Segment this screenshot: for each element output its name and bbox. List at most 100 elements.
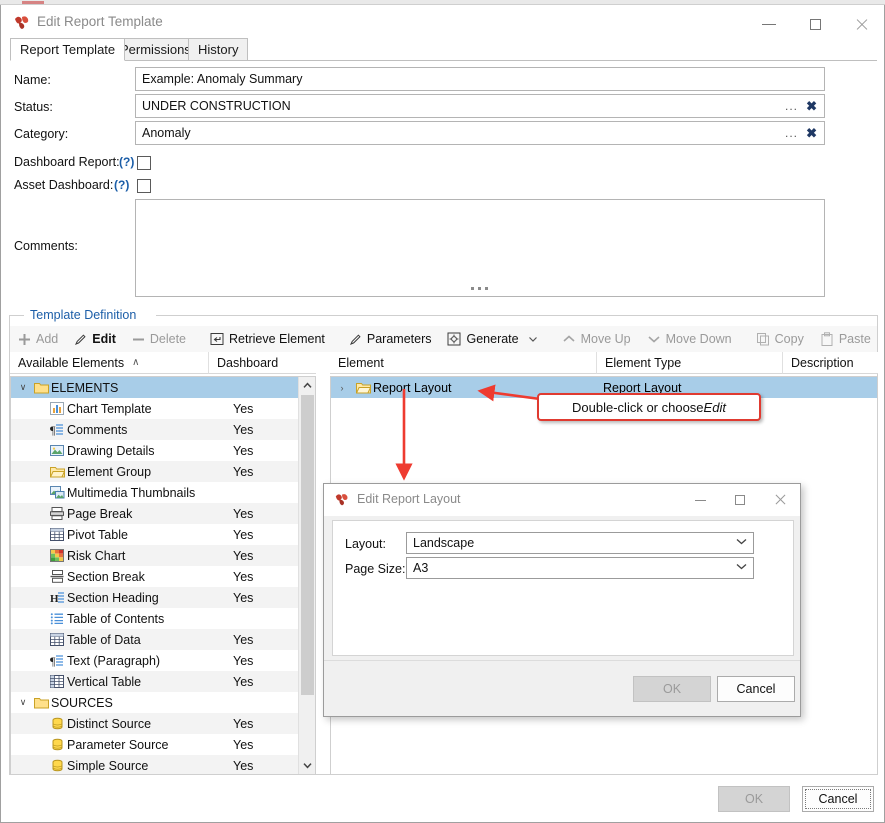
copy-button[interactable]: Copy [748, 326, 812, 352]
list-item[interactable]: H Section Heading Yes [11, 587, 315, 608]
comments-textarea[interactable] [135, 199, 825, 297]
retrieve-element-button[interactable]: Retrieve Element [202, 326, 333, 352]
element-name: Report Layout [373, 380, 452, 395]
scroll-up-icon[interactable] [299, 377, 315, 394]
dialog-body: Layout: Landscape Page Size: A3 [332, 520, 794, 656]
dashboard-report-checkbox[interactable] [137, 156, 151, 170]
column-header-available-elements[interactable]: Available Elements ∧ [10, 352, 208, 374]
minus-icon [132, 333, 145, 346]
category-browse-button[interactable]: ... [785, 126, 798, 140]
list-item[interactable]: ¶ Comments Yes [11, 419, 315, 440]
expander-icon[interactable]: ∨ [15, 697, 31, 708]
list-item[interactable]: ∨ ELEMENTS [11, 377, 315, 398]
risk-matrix-icon [47, 549, 67, 562]
paste-icon [820, 332, 834, 346]
tab-label: Report Template [20, 42, 116, 57]
svg-text:¶: ¶ [50, 423, 56, 436]
ok-button[interactable]: OK [718, 786, 790, 812]
heading-icon: H [47, 591, 67, 604]
tab-report-template[interactable]: Report Template [10, 38, 126, 61]
splitter-grip[interactable] [471, 287, 488, 290]
list-item[interactable]: Table of Contents [11, 608, 315, 629]
available-elements-scrollbar[interactable] [298, 377, 315, 774]
asset-dashboard-help-icon[interactable]: (?) [114, 178, 129, 192]
category-input[interactable]: Anomaly ... ✖ [135, 121, 825, 145]
list-item[interactable]: Multimedia Thumbnails [11, 482, 315, 503]
chevron-down-icon[interactable] [528, 334, 538, 344]
list-item[interactable]: Pivot Table Yes [11, 524, 315, 545]
expander-icon[interactable]: › [331, 383, 353, 393]
move-up-label: Move Up [580, 332, 631, 346]
list-item[interactable]: Table of Data Yes [11, 629, 315, 650]
dashboard-value: Yes [233, 758, 254, 773]
move-down-button[interactable]: Move Down [639, 326, 740, 352]
column-header-description[interactable]: Description [782, 352, 878, 374]
dialog-ok-button[interactable]: OK [633, 676, 711, 702]
page-size-select[interactable]: A3 [406, 557, 754, 579]
chevron-down-icon [647, 332, 661, 346]
dialog-cancel-button[interactable]: Cancel [717, 676, 795, 702]
tab-history[interactable]: History [188, 38, 249, 61]
dashboard-value: Yes [233, 548, 254, 563]
name-input[interactable]: Example: Anomaly Summary [135, 67, 825, 91]
database-icon [47, 717, 67, 730]
dialog-close-icon[interactable] [760, 484, 800, 516]
expander-icon[interactable]: ∨ [15, 382, 31, 393]
status-browse-button[interactable]: ... [785, 99, 798, 113]
list-item-label: Page Break [67, 506, 133, 521]
generate-button[interactable]: Generate [439, 326, 545, 352]
dashboard-report-help-icon[interactable]: (?) [119, 155, 134, 169]
retrieve-icon [210, 332, 224, 346]
list-item-label: Drawing Details [67, 443, 155, 458]
list-item-label: Risk Chart [67, 548, 126, 563]
dialog-maximize-icon[interactable] [720, 484, 760, 516]
cancel-button[interactable]: Cancel [802, 786, 874, 812]
dialog-minimize-icon[interactable] [680, 484, 720, 516]
column-header-dashboard[interactable]: Dashboard [208, 352, 316, 374]
list-item[interactable]: Parameter Source Yes [11, 734, 315, 755]
dashboard-value: Yes [233, 401, 254, 416]
folder-open-icon [353, 381, 373, 394]
scroll-down-icon[interactable] [299, 757, 315, 774]
category-clear-icon[interactable]: ✖ [806, 127, 817, 140]
list-item[interactable]: ¶ Text (Paragraph) Yes [11, 650, 315, 671]
status-clear-icon[interactable]: ✖ [806, 100, 817, 113]
list-item[interactable]: Simple Source Yes [11, 755, 315, 774]
paste-button[interactable]: Paste [812, 326, 879, 352]
column-header-element-type[interactable]: Element Type [596, 352, 782, 374]
add-button[interactable]: Add [10, 326, 66, 352]
dashboard-value: Yes [233, 569, 254, 584]
list-item[interactable]: Vertical Table Yes [11, 671, 315, 692]
parameters-button[interactable]: Parameters [341, 326, 440, 352]
chevron-down-icon[interactable] [736, 563, 747, 574]
dashboard-value: Yes [233, 527, 254, 542]
status-input[interactable]: UNDER CONSTRUCTION ... ✖ [135, 94, 825, 118]
chevron-down-icon[interactable] [736, 538, 747, 549]
layout-select[interactable]: Landscape [406, 532, 754, 554]
folder-icon [31, 696, 51, 709]
scrollbar-thumb[interactable] [301, 395, 314, 695]
template-definition-title: Template Definition [27, 308, 140, 322]
list-item-label: Section Heading [67, 590, 159, 605]
window-title: Edit Report Template [37, 14, 163, 29]
list-item[interactable]: Chart Template Yes [11, 398, 315, 419]
dashboard-value: Yes [233, 737, 254, 752]
list-item-label: Section Break [67, 569, 145, 584]
list-item[interactable]: Section Break Yes [11, 566, 315, 587]
app-logo-icon [334, 492, 350, 508]
pencil-icon [349, 333, 362, 346]
move-up-button[interactable]: Move Up [554, 326, 639, 352]
list-item[interactable]: Element Group Yes [11, 461, 315, 482]
dashboard-report-label: Dashboard Report: [14, 155, 120, 169]
edit-button[interactable]: Edit [66, 326, 124, 352]
available-elements-list[interactable]: ∨ ELEMENTS Chart Template Yes ¶ Comments… [10, 376, 316, 775]
list-item[interactable]: Page Break Yes [11, 503, 315, 524]
list-item[interactable]: Distinct Source Yes [11, 713, 315, 734]
list-item[interactable]: Drawing Details Yes [11, 440, 315, 461]
column-header-element[interactable]: Element [330, 352, 596, 374]
list-item[interactable]: Risk Chart Yes [11, 545, 315, 566]
svg-text:H: H [50, 593, 59, 604]
list-item[interactable]: ∨ SOURCES [11, 692, 315, 713]
delete-button[interactable]: Delete [124, 326, 194, 352]
asset-dashboard-checkbox[interactable] [137, 179, 151, 193]
